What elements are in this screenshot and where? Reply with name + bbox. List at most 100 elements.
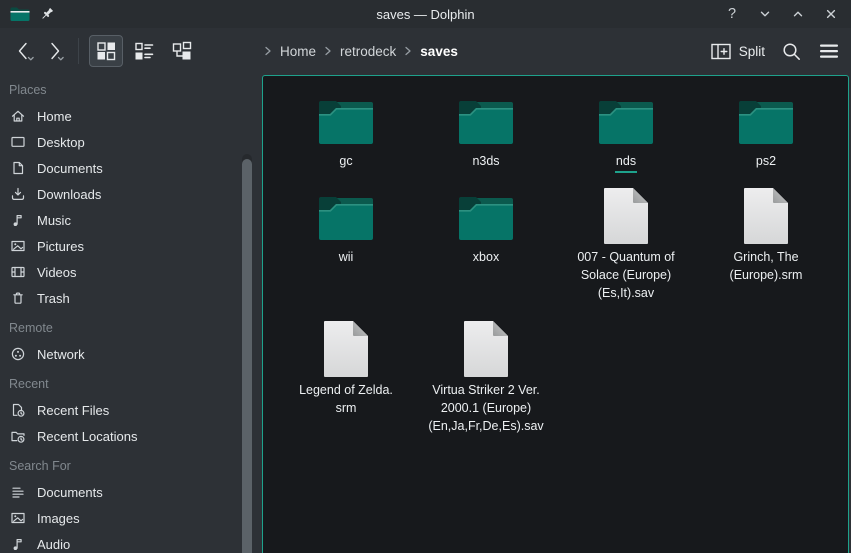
sidebar-item-home[interactable]: Home: [0, 103, 240, 129]
download-icon: [10, 186, 26, 202]
file-item-grinch-the[interactable]: Grinch, The (Europe).srm: [696, 187, 836, 302]
forward-button[interactable]: [40, 36, 70, 66]
sidebar-scrollbar-track[interactable]: [242, 154, 252, 553]
folder-icon: [738, 96, 794, 144]
split-button[interactable]: Split: [711, 43, 765, 60]
item-label: wii: [339, 250, 354, 264]
folder-icon: [318, 96, 374, 144]
item-label: xbox: [473, 250, 499, 264]
sidebar-item-label: Recent Locations: [37, 429, 137, 444]
sidebar-item-recent-files[interactable]: Recent Files: [0, 397, 240, 423]
sidebar-item-search-documents[interactable]: Documents: [0, 479, 240, 505]
sidebar-item-label: Downloads: [37, 187, 101, 202]
view-mode-details-button[interactable]: [127, 35, 161, 67]
help-button[interactable]: ?: [724, 6, 740, 22]
sidebar-item-music[interactable]: Music: [0, 207, 240, 233]
back-button[interactable]: [10, 36, 40, 66]
folder-item-wii[interactable]: wii: [276, 187, 416, 302]
folder-item-xbox[interactable]: xbox: [416, 187, 556, 302]
toolbar: Home retrodeck saves Split: [0, 28, 851, 74]
tree-view-icon: [172, 41, 192, 61]
pin-icon[interactable]: [39, 6, 55, 22]
section-remote: Remote Network: [0, 315, 240, 367]
item-label: Legend of Zelda. srm: [299, 383, 393, 415]
sidebar-item-label: Network: [37, 347, 85, 362]
close-button[interactable]: [823, 6, 839, 22]
chevron-up-icon: [790, 6, 806, 22]
text-lines-icon: [10, 484, 26, 500]
sidebar-item-label: Trash: [37, 291, 70, 306]
section-header: Remote: [0, 315, 240, 341]
sidebar-item-trash[interactable]: Trash: [0, 285, 240, 311]
item-label: Virtua Striker 2 Ver. 2000.1 (Europe) (E…: [428, 383, 543, 433]
breadcrumb-home[interactable]: Home: [280, 44, 316, 59]
item-label-hovered: nds: [615, 152, 637, 173]
file-item-legend-of-zelda[interactable]: Legend of Zelda. srm: [276, 320, 416, 435]
sidebar-item-label: Videos: [37, 265, 77, 280]
breadcrumb-retrodeck[interactable]: retrodeck: [340, 44, 396, 59]
help-icon: ?: [728, 7, 736, 22]
forward-arrow-icon: [42, 38, 68, 64]
item-label: ps2: [756, 154, 776, 168]
document-icon: [10, 160, 26, 176]
view-mode-icons-button[interactable]: [89, 35, 123, 67]
folder-view[interactable]: gc n3ds nds ps2 wii: [262, 75, 849, 553]
item-label: Grinch, The (Europe).srm: [730, 250, 803, 282]
chevron-down-icon: [757, 6, 773, 22]
file-icon: [323, 320, 369, 378]
file-item-007-quantum-of-solace[interactable]: 007 - Quantum of Solace (Europe) (Es,It)…: [556, 187, 696, 302]
view-mode-tree-button[interactable]: [165, 35, 199, 67]
close-icon: [823, 6, 839, 22]
sidebar-item-label: Documents: [37, 161, 103, 176]
sidebar-item-label: Audio: [37, 537, 70, 552]
sidebar-item-label: Images: [37, 511, 80, 526]
network-icon: [10, 346, 26, 362]
folder-icon: [458, 192, 514, 240]
file-icon: [743, 187, 789, 245]
search-button[interactable]: [781, 41, 802, 62]
sidebar-item-documents[interactable]: Documents: [0, 155, 240, 181]
sidebar-item-label: Documents: [37, 485, 103, 500]
folder-item-n3ds[interactable]: n3ds: [416, 91, 556, 173]
sidebar-item-search-audio[interactable]: Audio: [0, 531, 240, 553]
file-icon: [603, 187, 649, 245]
sidebar-item-label: Desktop: [37, 135, 85, 150]
titlebar: saves — Dolphin ?: [0, 0, 851, 28]
sidebar-scrollbar-handle[interactable]: [242, 159, 252, 553]
item-label: n3ds: [472, 154, 499, 168]
desktop-icon: [10, 134, 26, 150]
breadcrumb-saves[interactable]: saves: [420, 44, 458, 59]
recent-file-icon: [10, 402, 26, 418]
folder-item-nds[interactable]: nds: [556, 91, 696, 173]
sidebar-item-videos[interactable]: Videos: [0, 259, 240, 285]
icons-view-icon: [96, 41, 116, 61]
menu-button[interactable]: [818, 43, 840, 59]
details-view-icon: [134, 41, 154, 61]
music-icon: [10, 212, 26, 228]
section-header: Recent: [0, 371, 240, 397]
folder-icon: [598, 96, 654, 144]
file-item-virtua-striker-2[interactable]: Virtua Striker 2 Ver. 2000.1 (Europe) (E…: [416, 320, 556, 435]
folder-icon: [458, 96, 514, 144]
maximize-button[interactable]: [790, 6, 806, 22]
chevron-right-icon: [404, 45, 412, 57]
trash-icon: [10, 290, 26, 306]
chevron-right-icon: [324, 45, 332, 57]
image-icon: [10, 238, 26, 254]
sidebar-item-search-images[interactable]: Images: [0, 505, 240, 531]
dolphin-window: saves — Dolphin ?: [0, 0, 851, 553]
sidebar-item-pictures[interactable]: Pictures: [0, 233, 240, 259]
sidebar-item-network[interactable]: Network: [0, 341, 240, 367]
minimize-button[interactable]: [757, 6, 773, 22]
section-recent: Recent Recent Files Recent Locations: [0, 371, 240, 449]
section-header: Places: [0, 77, 240, 103]
folder-item-gc[interactable]: gc: [276, 91, 416, 173]
folder-item-ps2[interactable]: ps2: [696, 91, 836, 173]
sidebar-item-downloads[interactable]: Downloads: [0, 181, 240, 207]
sidebar-item-recent-locations[interactable]: Recent Locations: [0, 423, 240, 449]
folder-icon: [10, 6, 30, 22]
sidebar-item-label: Recent Files: [37, 403, 109, 418]
video-icon: [10, 264, 26, 280]
sidebar-item-desktop[interactable]: Desktop: [0, 129, 240, 155]
sidebar-item-label: Music: [37, 213, 71, 228]
